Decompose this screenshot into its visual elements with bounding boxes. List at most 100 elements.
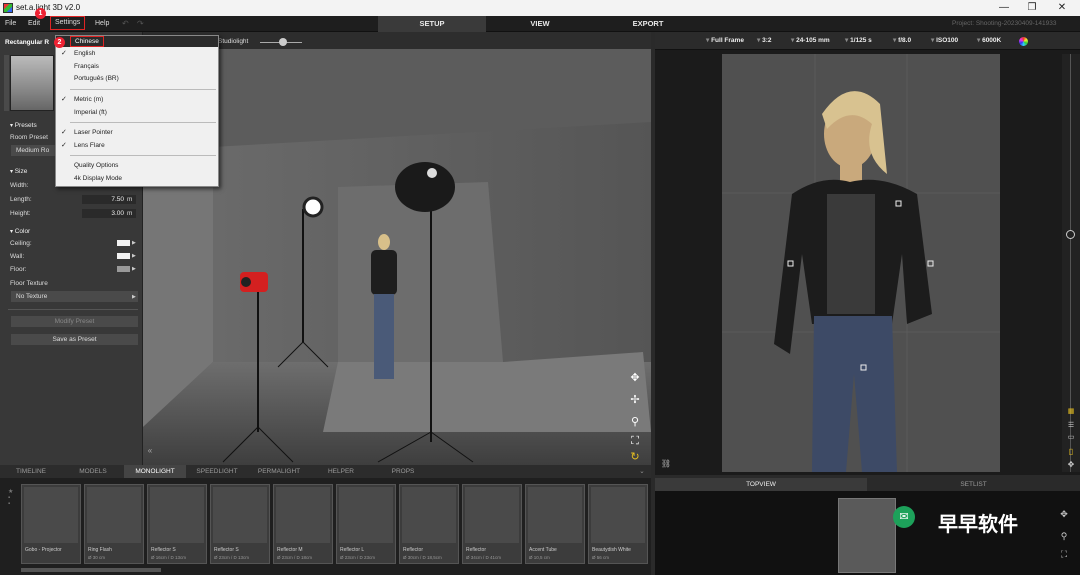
frame-setting[interactable]: ▾ Full Frame: [706, 32, 744, 50]
grid-icon[interactable]: ▦: [1065, 406, 1077, 418]
height-slider-handle[interactable]: [1066, 230, 1075, 239]
wb-setting[interactable]: ▾ 6000K: [977, 32, 1001, 50]
floor-texture-select[interactable]: No Texture: [11, 291, 138, 302]
wb-value: 6000K: [982, 37, 1002, 44]
horizon-icon[interactable]: ☰: [1065, 420, 1077, 432]
strip-scrollbar[interactable]: [21, 568, 161, 572]
ceiling-arrow-icon[interactable]: ▶: [132, 240, 136, 246]
quality-options[interactable]: Quality Options: [74, 162, 118, 169]
topview-map[interactable]: [838, 498, 896, 573]
light-card[interactable]: Reflector S Ø 23cm / D 13cm: [210, 484, 270, 564]
undo-icon[interactable]: ↶: [122, 16, 129, 32]
light-dim: Ø 23cm / D 23cm: [340, 555, 376, 560]
link-icon[interactable]: ⛓: [660, 458, 672, 470]
language-chinese[interactable]: Chinese: [70, 36, 104, 47]
fit-view-icon[interactable]: ⛶: [629, 435, 641, 447]
language-english[interactable]: English: [74, 50, 95, 57]
tab-timeline[interactable]: TIMELINE: [0, 465, 62, 478]
room-preset-select[interactable]: Medium Ro: [11, 145, 55, 156]
units-imperial[interactable]: Imperial (ft): [74, 109, 107, 116]
laser-pointer-toggle[interactable]: Laser Pointer: [74, 129, 113, 136]
reset-view-icon[interactable]: ↻: [629, 451, 641, 463]
pan-icon[interactable]: ✢: [629, 394, 641, 406]
app-logo-icon: [3, 3, 13, 13]
length-label: Length:: [10, 196, 32, 203]
tab-monolight[interactable]: MONOLIGHT: [124, 465, 186, 478]
lens-flare-toggle[interactable]: Lens Flare: [74, 142, 105, 149]
color-section[interactable]: Color: [10, 228, 31, 235]
ceiling-label: Ceiling:: [10, 240, 32, 247]
light-card[interactable]: Reflector Ø 34cm / D 41cm: [462, 484, 522, 564]
minimize-button[interactable]: —: [992, 1, 1016, 15]
language-portugues[interactable]: Português (BR): [74, 75, 119, 82]
collapse-left-icon[interactable]: «: [144, 445, 156, 457]
light-card[interactable]: Reflector Ø 30cm / D 18,5cm: [399, 484, 459, 564]
shutter-setting[interactable]: ▾ 1/125 s: [845, 32, 872, 50]
menu-settings[interactable]: Settings: [50, 16, 86, 30]
light-card[interactable]: Reflector S Ø 16cm / D 13cm: [147, 484, 207, 564]
topview-zoom-icon[interactable]: ⚲: [1058, 530, 1070, 542]
size-section[interactable]: Size: [10, 168, 28, 175]
light-card[interactable]: Gobo - Projector: [21, 484, 81, 564]
scroll-handle[interactable]: [4, 55, 9, 111]
light-card[interactable]: Ring Flash Ø 30 cm: [84, 484, 144, 564]
collapse-bottom-icon[interactable]: ⌄: [636, 465, 648, 478]
tab-models[interactable]: MODELS: [62, 465, 124, 478]
light-thumbnail: [591, 487, 645, 543]
zoom-icon[interactable]: ⚲: [629, 416, 641, 428]
tab-view[interactable]: VIEW: [486, 16, 594, 32]
wall-color-swatch[interactable]: [117, 253, 130, 259]
iso-setting[interactable]: ▾ ISO100: [931, 32, 958, 50]
light-card[interactable]: Reflector M Ø 23cm / D 18cm: [273, 484, 333, 564]
studiolight-label: Studiolight: [218, 38, 249, 45]
portrait-icon[interactable]: ▯: [1065, 446, 1077, 458]
ceiling-color-swatch[interactable]: [117, 240, 130, 246]
color-wheel-icon[interactable]: [1019, 37, 1028, 46]
tab-permalight[interactable]: PERMALIGHT: [248, 465, 310, 478]
display-4k-mode[interactable]: 4k Display Mode: [74, 175, 122, 182]
length-unit: m: [127, 196, 133, 203]
close-button[interactable]: ✕: [1050, 1, 1074, 15]
strip-scroll-icon[interactable]: ★ ▪ ▪: [8, 488, 13, 507]
tab-setup[interactable]: SETUP: [378, 16, 486, 32]
light-card[interactable]: Accent Tube Ø 10,5 cm: [525, 484, 585, 564]
tab-setlist[interactable]: SETLIST: [867, 478, 1080, 491]
tab-topview[interactable]: TOPVIEW: [655, 478, 867, 491]
floor-arrow-icon[interactable]: ▶: [132, 266, 136, 272]
light-name: Reflector: [466, 547, 487, 553]
orbit-icon[interactable]: ✥: [629, 372, 641, 384]
menu-help[interactable]: Help: [95, 16, 109, 32]
tab-speedlight[interactable]: SPEEDLIGHT: [186, 465, 248, 478]
camera-preview[interactable]: [722, 54, 1000, 472]
room-preset-label: Room Preset: [10, 134, 48, 141]
units-metric[interactable]: Metric (m): [74, 96, 103, 103]
light-dim: Ø 34cm / D 41cm: [466, 555, 502, 560]
ruler-icon[interactable]: ▭: [1065, 432, 1077, 444]
light-card[interactable]: Reflector L Ø 23cm / D 23cm: [336, 484, 396, 564]
menu-file[interactable]: File: [5, 16, 16, 32]
tab-export[interactable]: EXPORT: [594, 16, 702, 32]
ratio-value: 3:2: [762, 37, 772, 44]
ratio-setting[interactable]: ▾ 3:2: [757, 32, 771, 50]
save-preset-button[interactable]: Save as Preset: [11, 334, 138, 345]
project-name: Project: Shooting-20230409-141933: [952, 20, 1057, 27]
topview-fit-icon[interactable]: ⛶: [1058, 548, 1070, 560]
aperture-setting[interactable]: ▾ f/8.0: [893, 32, 911, 50]
maximize-button[interactable]: ❐: [1020, 1, 1044, 15]
lens-setting[interactable]: ▾ 24-105 mm: [791, 32, 830, 50]
tab-helper[interactable]: HELPER: [310, 465, 372, 478]
floor-color-swatch[interactable]: [117, 266, 130, 272]
wall-arrow-icon[interactable]: ▶: [132, 253, 136, 259]
width-label: Width:: [10, 182, 29, 189]
modify-preset-button[interactable]: Modify Preset: [11, 316, 138, 327]
light-card[interactable]: Beautydish White Ø 56 cm: [588, 484, 648, 564]
redo-icon[interactable]: ↷: [137, 16, 144, 32]
move-camera-icon[interactable]: ✥: [1065, 459, 1077, 471]
presets-section[interactable]: Presets: [10, 122, 37, 129]
language-francais[interactable]: Français: [74, 63, 99, 70]
slider-handle[interactable]: [279, 38, 287, 46]
topview-move-icon[interactable]: ✥: [1058, 508, 1070, 520]
3d-viewport[interactable]: [143, 32, 651, 465]
tab-props[interactable]: PROPS: [372, 465, 434, 478]
room-thumbnail[interactable]: [10, 55, 54, 111]
